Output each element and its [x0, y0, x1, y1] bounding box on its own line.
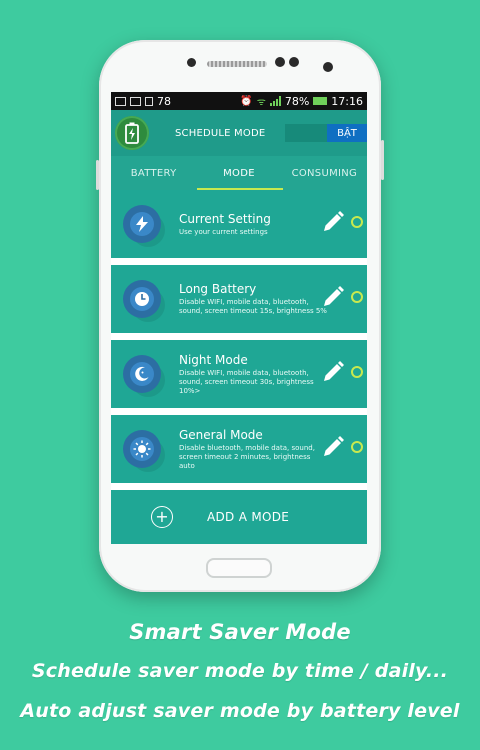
battery-icon [313, 97, 328, 105]
alarm-icon: ⏰ [240, 95, 253, 107]
edit-pencil-icon[interactable] [321, 210, 345, 234]
clock-time: 17:16 [331, 94, 363, 108]
signal-icon [269, 96, 281, 106]
battery-percent: 78% [284, 94, 310, 108]
caption-line-auto: Auto adjust saver mode by battery level [20, 700, 460, 722]
tab-bar: BATTERY MODE CONSUMING [111, 156, 367, 190]
mode-name: Night Mode [179, 352, 248, 367]
add-mode-button[interactable]: + ADD A MODE [111, 490, 367, 544]
notification-count: 78 [157, 94, 171, 108]
add-mode-label: ADD A MODE [207, 510, 290, 524]
mode-radio[interactable] [351, 366, 363, 378]
sensor-dot [187, 58, 196, 67]
moon-icon [123, 355, 161, 393]
edit-pencil-icon[interactable] [321, 285, 345, 309]
mode-card-general-mode[interactable]: General Mode Disable bluetooth, mobile d… [111, 415, 367, 483]
lightning-icon [123, 205, 161, 243]
plus-icon: + [151, 506, 173, 528]
toggle-off-track [285, 124, 327, 142]
edit-pencil-icon[interactable] [321, 435, 345, 459]
notification-icon [115, 96, 126, 106]
mode-description: Use your current settings [179, 227, 268, 236]
mode-name: Long Battery [179, 282, 257, 296]
mode-name: General Mode [179, 427, 263, 442]
wifi-icon: ᯤ [256, 97, 266, 108]
schedule-mode-title: SCHEDULE MODE [175, 127, 266, 139]
mode-description: Disable WIFI, mobile data, bluetooth, so… [179, 368, 314, 395]
volume-button [96, 160, 99, 190]
tab-mode[interactable]: MODE [196, 156, 281, 190]
mode-name: Current Setting [179, 211, 271, 226]
light-sensor [289, 57, 299, 67]
toggle-on-label: BẬT [327, 124, 367, 142]
caption-line-schedule: Schedule saver mode by time / daily... [31, 660, 449, 682]
barcode-icon [145, 96, 153, 106]
earpiece-speaker [207, 61, 267, 67]
image-icon [130, 96, 141, 106]
clock-icon [123, 280, 161, 318]
mode-description: Disable WIFI, mobile data, bluetooth, so… [179, 298, 327, 315]
schedule-mode-toggle[interactable]: BẬT [285, 124, 367, 142]
phone-screen: 78 ⏰ ᯤ 78% 17:16 SCHEDULE MODE BẬT BATTE… [111, 92, 367, 544]
edit-pencil-icon[interactable] [321, 360, 345, 384]
front-camera [323, 62, 333, 72]
mode-card-long-battery[interactable]: Long Battery Disable WIFI, mobile data, … [111, 265, 367, 333]
mode-card-night-mode[interactable]: Night Mode Disable WIFI, mobile data, bl… [111, 340, 367, 408]
mode-card-current-setting[interactable]: Current Setting Use your current setting… [111, 190, 367, 258]
phone-frame: 78 ⏰ ᯤ 78% 17:16 SCHEDULE MODE BẬT BATTE… [96, 40, 384, 592]
proximity-sensor [275, 57, 285, 67]
sun-icon [123, 430, 161, 468]
power-button [381, 140, 384, 180]
mode-radio[interactable] [351, 441, 363, 453]
mode-radio[interactable] [351, 216, 363, 228]
tab-consuming[interactable]: CONSUMING [282, 156, 367, 190]
app-battery-icon [115, 116, 149, 150]
status-bar: 78 ⏰ ᯤ 78% 17:16 [111, 92, 367, 110]
tab-battery[interactable]: BATTERY [111, 156, 196, 190]
mode-list: Current Setting Use your current setting… [111, 190, 367, 544]
app-bar: SCHEDULE MODE BẬT [111, 110, 367, 156]
caption-title: Smart Saver Mode [129, 620, 351, 644]
home-button[interactable] [206, 558, 272, 578]
mode-radio[interactable] [351, 291, 363, 303]
mode-description: Disable bluetooth, mobile data, sound, s… [179, 443, 315, 470]
